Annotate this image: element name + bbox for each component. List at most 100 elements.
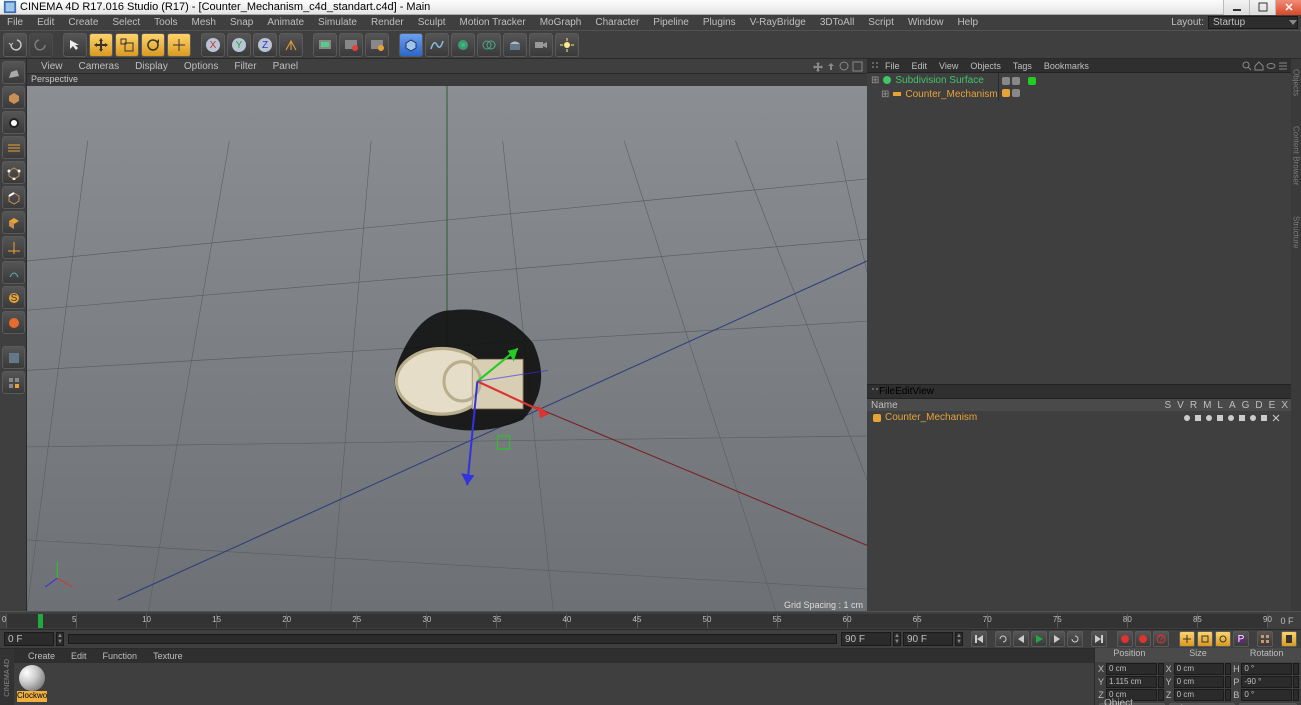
layer-color-icon[interactable] <box>873 414 881 422</box>
menu-snap[interactable]: Snap <box>223 17 260 28</box>
hierarchy-row[interactable]: ⊞ Subdivision Surface <box>867 73 998 87</box>
goto-end-button[interactable] <box>1091 631 1107 647</box>
take-row[interactable]: Counter_Mechanism <box>867 411 1291 424</box>
coord-system-button[interactable] <box>279 33 303 57</box>
expand-icon[interactable]: ⊞ <box>871 75 879 86</box>
key-param-button[interactable]: P <box>1233 631 1249 647</box>
list-icon[interactable] <box>1278 61 1288 71</box>
lasttool-button[interactable] <box>167 33 191 57</box>
grip-icon[interactable] <box>871 61 879 71</box>
home-icon[interactable] <box>1254 61 1264 71</box>
render-view-button[interactable] <box>313 33 337 57</box>
workplane-button[interactable] <box>2 136 25 159</box>
soft-select-button[interactable] <box>2 311 25 334</box>
spinner[interactable] <box>1225 689 1231 701</box>
prev-frame-button[interactable] <box>1013 631 1029 647</box>
layer-dot-icon[interactable] <box>1002 77 1010 85</box>
viewmenu-cameras[interactable]: Cameras <box>71 61 128 72</box>
tab-objects[interactable]: Objects <box>1292 69 1301 96</box>
layer-dot-icon[interactable] <box>1002 89 1010 97</box>
layer-dot-icon[interactable] <box>1012 89 1020 97</box>
spinner[interactable] <box>1225 676 1231 688</box>
axis-mode-button[interactable] <box>2 236 25 259</box>
loop-button[interactable] <box>995 631 1011 647</box>
spline-button[interactable] <box>425 33 449 57</box>
spinner[interactable] <box>1158 663 1164 675</box>
nav-maximize-icon[interactable] <box>852 61 863 72</box>
point-mode-button[interactable] <box>2 161 25 184</box>
record-button[interactable] <box>1117 631 1133 647</box>
expand-icon[interactable]: ⊞ <box>881 89 889 100</box>
playhead-icon[interactable] <box>38 614 43 628</box>
tweak-button[interactable] <box>2 261 25 284</box>
primitive-button[interactable] <box>399 33 423 57</box>
spinner[interactable]: ▲▼ <box>56 632 64 646</box>
size-field[interactable]: 0 cm <box>1174 689 1225 701</box>
rotate-button[interactable] <box>141 33 165 57</box>
mat-edit[interactable]: Edit <box>63 651 95 661</box>
timeline[interactable]: 051015202530354045505560657075808590 0 F <box>0 611 1301 629</box>
material-name[interactable]: Clockwo <box>17 691 47 702</box>
menu-sculpt[interactable]: Sculpt <box>411 17 453 28</box>
check-icon[interactable] <box>1028 77 1036 85</box>
nav-rotate-icon[interactable] <box>839 61 850 72</box>
x-axis-button[interactable]: X <box>201 33 225 57</box>
goto-start-button[interactable] <box>971 631 987 647</box>
render-pv-button[interactable] <box>339 33 363 57</box>
key-all-button[interactable] <box>1257 631 1273 647</box>
close-button[interactable] <box>1275 0 1301 15</box>
viewport-layout-button[interactable] <box>2 371 25 394</box>
move-button[interactable] <box>89 33 113 57</box>
spinner[interactable] <box>1293 663 1299 675</box>
position-field[interactable]: 0 cm <box>1106 663 1157 675</box>
tp-edit[interactable]: Edit <box>895 386 912 397</box>
timeline-ruler[interactable]: 051015202530354045505560657075808590 <box>6 614 1267 628</box>
key-menu-button[interactable] <box>1281 631 1297 647</box>
menu-select[interactable]: Select <box>105 17 147 28</box>
material-side-tab[interactable]: CINEMA 4D <box>0 649 14 705</box>
take-tree[interactable]: Counter_Mechanism <box>867 411 1291 611</box>
material-item[interactable]: Clockwo <box>16 665 48 705</box>
hierarchy-row[interactable]: ⊞ Counter_Mechanism <box>867 87 998 101</box>
live-select-button[interactable] <box>63 33 87 57</box>
keyframe-sel-button[interactable]: ? <box>1153 631 1169 647</box>
menu-mesh[interactable]: Mesh <box>185 17 223 28</box>
redo-button[interactable] <box>29 33 53 57</box>
make-editable-button[interactable] <box>2 61 25 84</box>
om-objects[interactable]: Objects <box>964 61 1007 71</box>
size-field[interactable]: 0 cm <box>1174 676 1225 688</box>
cur-frame-field[interactable]: 90 F <box>903 632 953 646</box>
menu-window[interactable]: Window <box>901 17 951 28</box>
spinner[interactable]: ▲▼ <box>955 632 963 646</box>
menu-file[interactable]: File <box>0 17 30 28</box>
polygon-mode-button[interactable] <box>2 211 25 234</box>
texture-mode-button[interactable] <box>2 111 25 134</box>
menu-vraybridge[interactable]: V-RayBridge <box>743 17 813 28</box>
menu-plugins[interactable]: Plugins <box>696 17 743 28</box>
menu-simulate[interactable]: Simulate <box>311 17 364 28</box>
om-tags[interactable]: Tags <box>1007 61 1038 71</box>
key-scale-button[interactable] <box>1197 631 1213 647</box>
nav-zoom-icon[interactable] <box>826 61 837 72</box>
mat-function[interactable]: Function <box>95 651 146 661</box>
rotation-field[interactable]: -90 ° <box>1241 676 1292 688</box>
size-field[interactable]: 0 cm <box>1174 663 1225 675</box>
menu-character[interactable]: Character <box>588 17 646 28</box>
rotation-field[interactable]: 0 ° <box>1241 689 1292 701</box>
light-button[interactable] <box>555 33 579 57</box>
tp-file[interactable]: File <box>879 386 895 397</box>
tab-content-browser[interactable]: Content Browser <box>1292 126 1301 186</box>
position-field[interactable]: 1.115 cm <box>1106 676 1157 688</box>
range-scrubber[interactable] <box>68 634 837 644</box>
viewmenu-filter[interactable]: Filter <box>226 61 264 72</box>
menu-create[interactable]: Create <box>61 17 105 28</box>
material-list[interactable]: Clockwo <box>14 663 1094 705</box>
object-hierarchy[interactable]: ⊞ Subdivision Surface ⊞ Counter_Mechanis… <box>867 73 1291 385</box>
autokey-button[interactable] <box>1135 631 1151 647</box>
spinner[interactable]: ▲▼ <box>893 632 901 646</box>
spinner[interactable] <box>1293 689 1299 701</box>
viewport[interactable]: Grid Spacing : 1 cm <box>27 86 867 611</box>
menu-animate[interactable]: Animate <box>260 17 311 28</box>
goto-next-key-button[interactable] <box>1067 631 1083 647</box>
viewmenu-options[interactable]: Options <box>176 61 226 72</box>
